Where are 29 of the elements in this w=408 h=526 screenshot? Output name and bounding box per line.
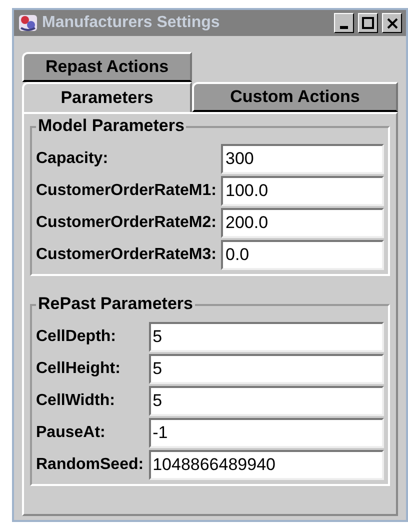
input-field[interactable]: 0.0 xyxy=(221,240,384,270)
close-icon xyxy=(386,18,398,28)
input-field[interactable]: 100.0 xyxy=(221,176,384,206)
input-field[interactable]: 5 xyxy=(148,322,384,352)
field-label: RandomSeed: xyxy=(36,455,145,475)
input-field[interactable]: 200.0 xyxy=(221,208,384,238)
field-label: CustomerOrderRateM3: xyxy=(36,245,218,265)
field-label: CellWidth: xyxy=(36,391,116,411)
close-button[interactable] xyxy=(382,13,402,33)
tab[interactable]: Parameters xyxy=(22,82,192,112)
input-field[interactable]: 300 xyxy=(221,144,384,174)
input-field[interactable]: 5 xyxy=(148,386,384,416)
field-label: PauseAt: xyxy=(36,423,106,443)
window-title: Manufacturers Settings xyxy=(42,13,221,33)
input-field[interactable]: 5 xyxy=(148,354,384,384)
input-field[interactable]: 1048866489940 xyxy=(148,450,384,480)
field-label: CustomerOrderRateM1: xyxy=(36,181,218,201)
app-icon xyxy=(18,13,38,33)
tab[interactable]: Repast Actions xyxy=(22,52,192,82)
field-label: Capacity: xyxy=(36,149,110,169)
maximize-icon xyxy=(362,17,374,29)
minimize-icon xyxy=(340,26,348,29)
minimize-button[interactable] xyxy=(334,13,354,33)
input-field[interactable]: -1 xyxy=(148,418,384,448)
tab[interactable]: Custom Actions xyxy=(192,82,398,112)
field-label: CellDepth: xyxy=(36,327,117,347)
field-label: CellHeight: xyxy=(36,359,122,379)
field-label: CustomerOrderRateM2: xyxy=(36,213,218,233)
maximize-button[interactable] xyxy=(358,13,378,33)
